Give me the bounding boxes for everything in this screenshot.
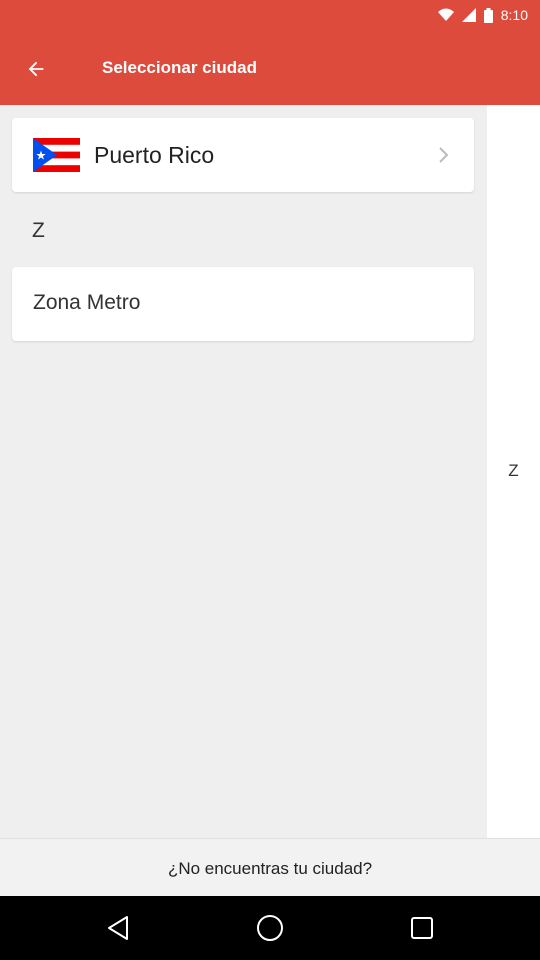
city-name: Zona Metro [33,291,141,314]
status-bar: 8:10 [0,0,540,33]
status-time: 8:10 [500,7,528,23]
chevron-right-icon [439,147,448,163]
section-header: Z [32,219,45,242]
country-name: Puerto Rico [94,142,215,168]
triangle-back-icon [108,916,128,940]
app-bar: Seleccionar ciudad [0,33,540,105]
city-not-found-link[interactable]: ¿No encuentras tu ciudad? [0,859,540,879]
index-letter[interactable]: Z [487,461,540,481]
page-title: Seleccionar ciudad [102,58,257,77]
arrow-back-icon [28,61,44,77]
battery-icon [483,7,493,23]
circle-home-icon [257,915,283,941]
footer: ¿No encuentras tu ciudad? [0,838,540,896]
navigation-bar [0,896,540,960]
alphabet-index[interactable]: Z [487,105,540,838]
wifi-icon [437,8,454,21]
country-selector[interactable]: Puerto Rico [12,118,474,192]
status-icons: 8:10 [437,7,528,23]
list-item[interactable]: Zona Metro [12,267,474,341]
nav-home-button[interactable] [256,914,284,942]
city-list: Puerto Rico Z Zona Metro Z [0,105,540,838]
nav-recents-button[interactable] [408,914,436,942]
puerto-rico-flag-icon [33,138,80,172]
square-recents-icon [411,917,433,939]
nav-back-button[interactable] [104,914,132,942]
back-button[interactable] [14,47,58,91]
signal-icon [461,8,476,22]
